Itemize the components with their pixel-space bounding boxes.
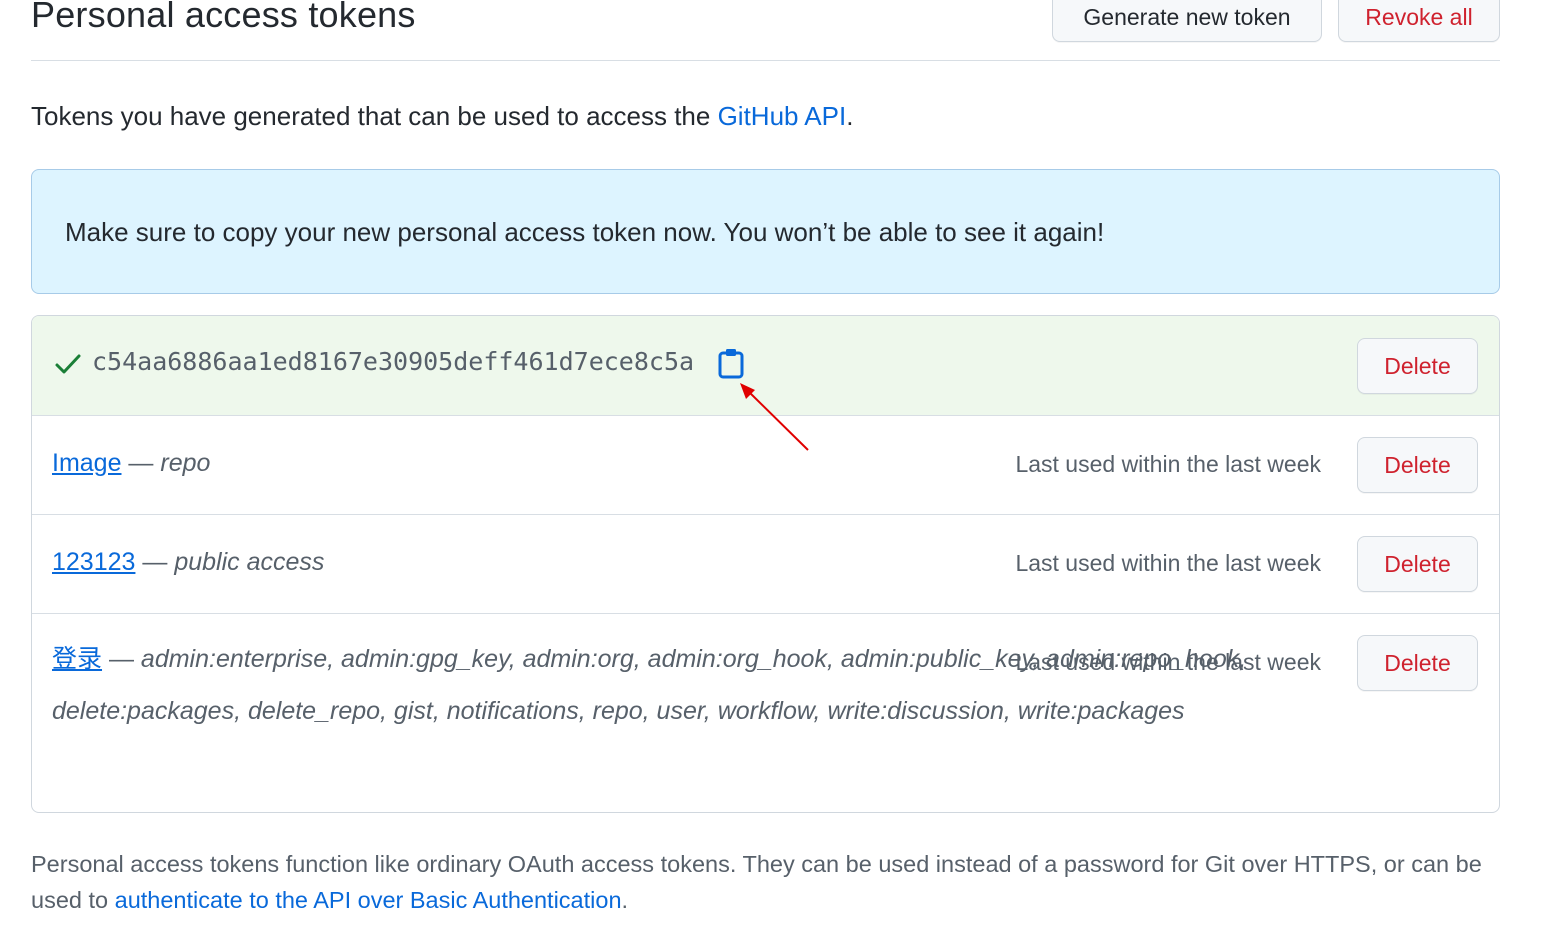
token-description: Image — repo xyxy=(52,449,210,478)
token-separator: — xyxy=(135,548,175,576)
revoke-all-button[interactable]: Revoke all xyxy=(1338,0,1500,42)
token-list: c54aa6886aa1ed8167e30905deff461d7ece8c5a… xyxy=(31,315,1500,813)
token-description: 123123 — public access xyxy=(52,548,324,577)
token-row: 登录 — admin:enterprise, admin:gpg_key, ad… xyxy=(32,614,1499,812)
token-name-link[interactable]: 登录 xyxy=(52,645,102,673)
token-row: 123123 — public access Last used within … xyxy=(32,515,1499,614)
generate-new-token-button[interactable]: Generate new token xyxy=(1052,0,1322,42)
intro-text: Tokens you have generated that can be us… xyxy=(31,101,853,132)
token-separator: — xyxy=(121,449,161,477)
token-name-link[interactable]: Image xyxy=(52,449,121,477)
token-name-link[interactable]: 123123 xyxy=(52,548,135,576)
clipboard-icon[interactable] xyxy=(717,347,745,379)
header-divider xyxy=(31,60,1500,61)
page-title: Personal access tokens xyxy=(31,0,416,35)
token-row: Image — repo Last used within the last w… xyxy=(32,416,1499,515)
footer-suffix: . xyxy=(621,887,629,913)
token-last-used: Last used within the last week xyxy=(1015,550,1321,576)
new-token-row: c54aa6886aa1ed8167e30905deff461d7ece8c5a… xyxy=(32,316,1499,416)
delete-token-button[interactable]: Delete xyxy=(1357,536,1478,592)
delete-new-token-button[interactable]: Delete xyxy=(1357,338,1478,394)
token-last-used: Last used within the last week xyxy=(1015,649,1321,675)
flash-message: Make sure to copy your new personal acce… xyxy=(65,217,1105,247)
copy-token-flash: Make sure to copy your new personal acce… xyxy=(31,169,1500,294)
check-icon xyxy=(55,354,81,374)
new-token-value[interactable]: c54aa6886aa1ed8167e30905deff461d7ece8c5a xyxy=(92,347,694,376)
delete-token-button[interactable]: Delete xyxy=(1357,635,1478,691)
basic-auth-link[interactable]: authenticate to the API over Basic Authe… xyxy=(115,887,622,913)
delete-token-button[interactable]: Delete xyxy=(1357,437,1478,493)
footer-note: Personal access tokens function like ord… xyxy=(31,846,1511,918)
token-scopes: repo xyxy=(160,449,211,477)
token-scopes: public access xyxy=(174,548,325,576)
intro-text-suffix: . xyxy=(846,101,854,131)
github-api-link[interactable]: GitHub API xyxy=(718,101,847,131)
intro-text-body: Tokens you have generated that can be us… xyxy=(31,101,718,131)
token-last-used: Last used within the last week xyxy=(1015,451,1321,477)
token-separator: — xyxy=(102,645,141,673)
